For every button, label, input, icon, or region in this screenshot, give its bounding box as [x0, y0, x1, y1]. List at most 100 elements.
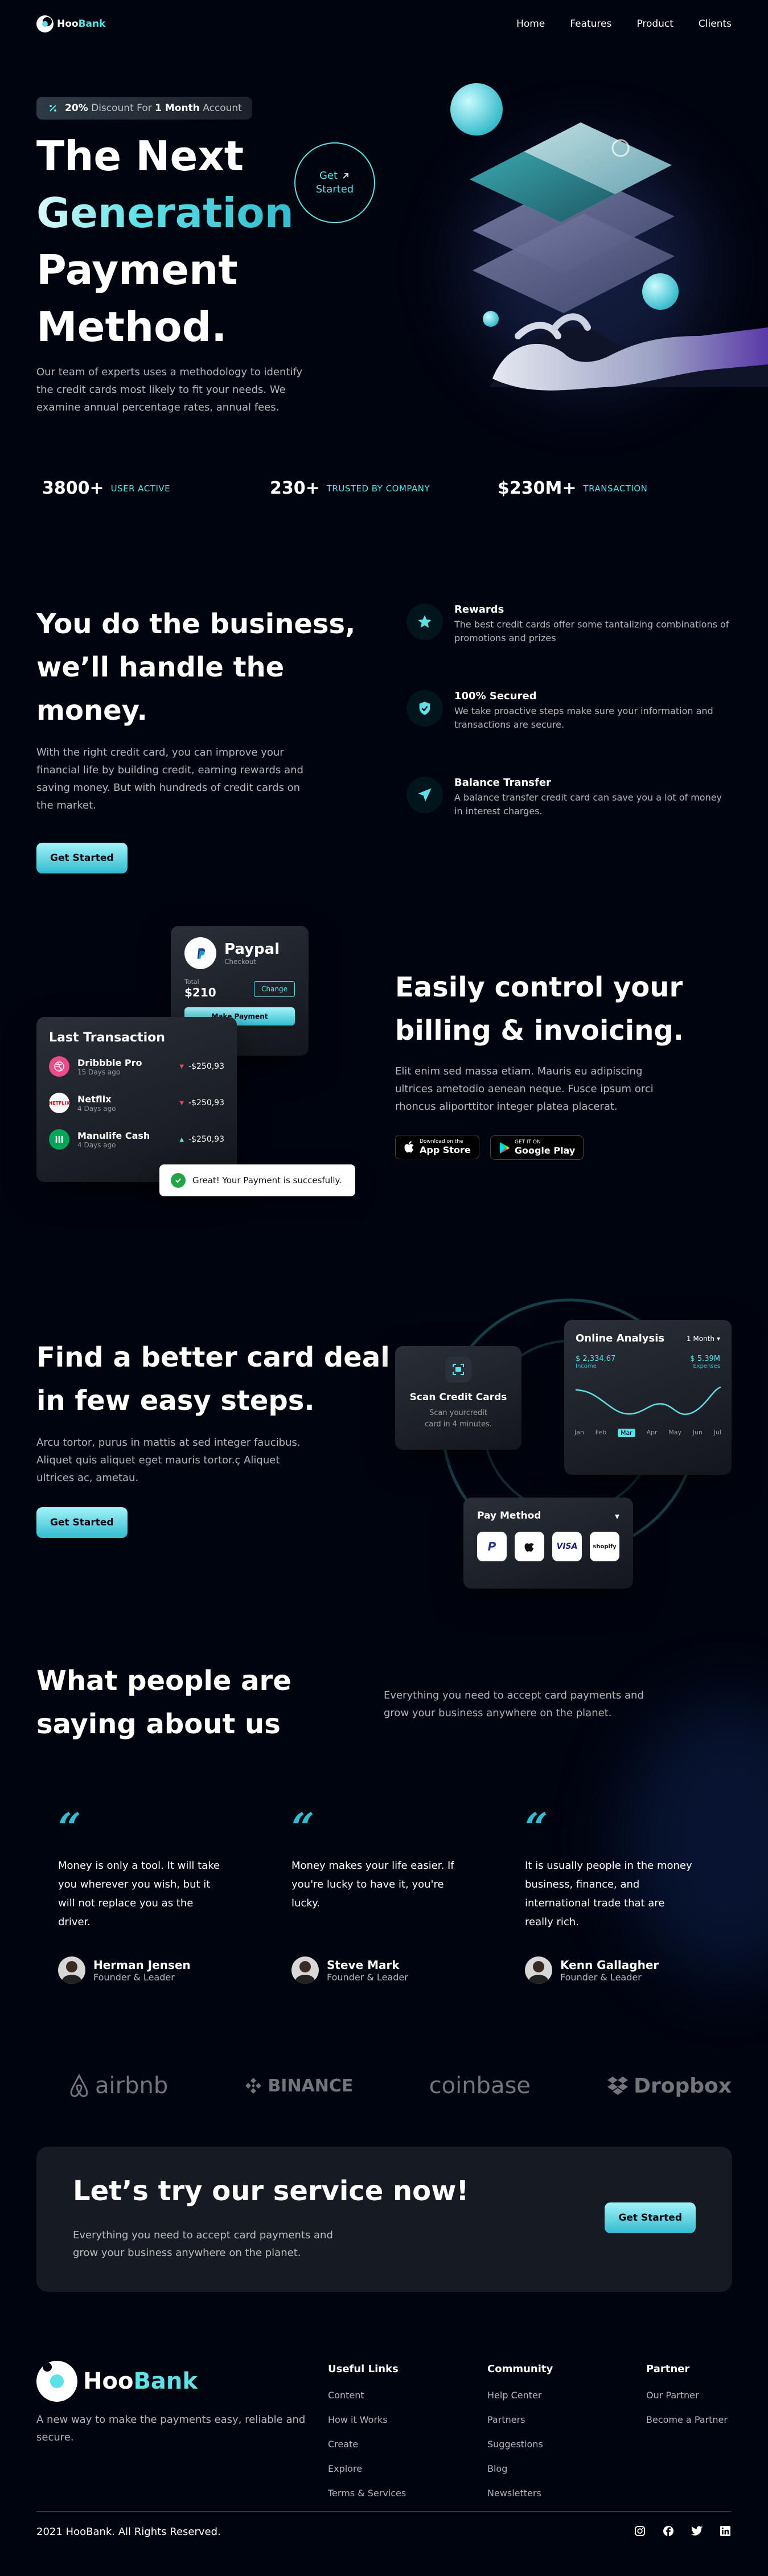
nav-item-product[interactable]: Product [636, 18, 673, 30]
linkedin-icon[interactable] [719, 2525, 732, 2537]
logo-icon [36, 2361, 77, 2402]
manulife-icon [49, 1129, 69, 1150]
expense-value: $ 5.39M [690, 1355, 720, 1363]
avatar [58, 1956, 85, 1984]
nav-item-home[interactable]: Home [516, 18, 545, 30]
chevron-down-icon[interactable]: ▾ [615, 1511, 619, 1521]
logo[interactable]: HooBank [36, 15, 105, 32]
footer-link[interactable]: Content [328, 2390, 406, 2401]
airbnb-logo: airbnb [68, 2073, 168, 2099]
google-small: GET IT ON [514, 1139, 541, 1145]
billing-section: Easily control your billing & invoicing.… [395, 966, 737, 1160]
month-label[interactable]: Apr [646, 1429, 657, 1437]
paypal-title: Paypal [224, 941, 280, 958]
transaction-amount: ▼ -$250,93 [179, 1098, 224, 1107]
footer-brand: HooBank A new way to make the payments e… [36, 2361, 310, 2446]
nav-item-clients[interactable]: Clients [699, 18, 732, 30]
feature-text: A balance transfer credit card can save … [454, 792, 722, 817]
google-big: Google Play [514, 1145, 576, 1156]
billing-title: Easily control your billing & invoicing. [395, 971, 684, 1047]
hero-title-line3: Payment [36, 246, 238, 294]
instagram-icon[interactable] [634, 2525, 646, 2537]
month-label[interactable]: Jan [574, 1429, 584, 1437]
footer-link[interactable]: Partners [487, 2414, 553, 2425]
avatar [525, 1956, 552, 1984]
footer-link[interactable]: Blog [487, 2463, 553, 2474]
month-label[interactable]: Feb [595, 1429, 606, 1437]
cta-line2: Started [315, 183, 354, 195]
month-label[interactable]: Jun [693, 1429, 703, 1437]
footer-copyright: 2021 HooBank. All Rights Reserved. [36, 2526, 221, 2538]
transaction-name: Netflix [77, 1093, 112, 1105]
visa-icon[interactable]: VISA [552, 1532, 582, 1561]
apple-icon [404, 1141, 414, 1152]
paypal-method-icon[interactable]: P [477, 1532, 507, 1561]
testimonial-text: Money is only a tool. It will take you w… [58, 1860, 220, 1928]
shopify-icon[interactable]: shopify [590, 1532, 619, 1561]
month-label[interactable]: Mar [617, 1429, 635, 1437]
footer-link[interactable]: How it Works [328, 2414, 406, 2425]
total-value: $210 [184, 986, 216, 999]
testimonial-name: Herman Jensen [93, 1958, 191, 1972]
footer-logo[interactable]: HooBank [36, 2361, 310, 2402]
transaction-row[interactable]: Dribbble Pro 15 Days ago ▼ -$250,93 [36, 1048, 237, 1085]
nav-item-features[interactable]: Features [570, 18, 611, 30]
payment-success-toast: Great! Your Payment is succesfully. [159, 1164, 355, 1196]
app-store-button[interactable]: Download on the App Store [395, 1135, 479, 1159]
billing-paragraph: Elit enim sed massa etiam. Mauris eu adi… [395, 1065, 654, 1113]
footer-logo-text: HooBank [83, 2368, 198, 2394]
business-get-started-button[interactable]: Get Started [36, 843, 128, 873]
cta-get-started-button[interactable]: Get Started [605, 2202, 696, 2233]
transaction-row[interactable]: NETFLIX Netflix 4 Days ago ▼ -$250,93 [36, 1085, 237, 1121]
footer-link[interactable]: Help Center [487, 2390, 553, 2401]
stat-label: TRANSACTION [583, 483, 648, 494]
cta-banner: Let’s try our service now! Everything yo… [36, 2147, 732, 2292]
stats-row: 3800+ USER ACTIVE 230+ TRUSTED BY COMPAN… [42, 478, 668, 498]
binance-logo: BINANCE [244, 2076, 353, 2096]
discount-badge: 20% Discount For 1 Month Account [36, 97, 252, 120]
month-axis: Jan Feb Mar Apr May Jun Jul [564, 1426, 732, 1437]
steps-title: Find a better card deal in few easy step… [36, 1342, 390, 1417]
footer-link[interactable]: Create [328, 2439, 406, 2450]
footer-link[interactable]: Newsletters [487, 2488, 553, 2499]
feature-rewards: Rewards The best credit cards offer some… [406, 604, 731, 645]
footer-link[interactable]: Suggestions [487, 2439, 553, 2450]
stat-label: TRUSTED BY COMPANY [326, 483, 430, 494]
nav-links: Home Features Product Clients [516, 18, 732, 30]
testimonial-role: Founder & Leader [327, 1971, 408, 1983]
last-transaction-title: Last Transaction [49, 1031, 165, 1045]
steps-get-started-button[interactable]: Get Started [36, 1507, 128, 1538]
twitter-icon[interactable] [691, 2525, 703, 2537]
footer-link[interactable]: Become a Partner [646, 2414, 728, 2425]
transaction-row[interactable]: Manulife Cash 4 Days ago ▲ -$250,93 [36, 1121, 237, 1158]
business-paragraph: With the right credit card, you can impr… [36, 746, 303, 811]
dribbble-icon [49, 1056, 69, 1077]
transaction-name: Dribbble Pro [77, 1057, 142, 1068]
google-play-button[interactable]: GET IT ON Google Play [490, 1135, 584, 1160]
period-select[interactable]: 1 Month ▾ [687, 1335, 720, 1343]
footer-link[interactable]: Explore [328, 2463, 406, 2474]
footer-link[interactable]: Our Partner [646, 2390, 728, 2401]
toast-text: Great! Your Payment is succesfully. [192, 1175, 342, 1186]
stat-companies: 230+ TRUSTED BY COMPANY [270, 478, 441, 498]
avatar [291, 1956, 319, 1984]
get-started-circle-button[interactable]: Get Started [294, 142, 375, 223]
netflix-icon: NETFLIX [48, 1093, 70, 1113]
hero-title: The Next Generation Payment Method. [36, 128, 294, 355]
stat-transactions: $230M+ TRANSACTION [498, 478, 668, 498]
page: HooBank Home Features Product Clients 20… [0, 0, 768, 2576]
month-label[interactable]: Jul [714, 1429, 721, 1437]
testimonial-text: It is usually people in the money busine… [525, 1860, 692, 1928]
star-icon [406, 604, 443, 640]
send-icon [406, 777, 443, 813]
facebook-icon[interactable] [662, 2525, 675, 2537]
testimonials-title: What people are saying about us [36, 1665, 291, 1740]
apple-pay-icon[interactable] [515, 1532, 544, 1561]
change-button[interactable]: Change [254, 981, 295, 997]
cta-line1: Get [319, 170, 338, 182]
month-label[interactable]: May [668, 1429, 681, 1437]
footer-link[interactable]: Terms & Services [328, 2488, 406, 2499]
arrow-down-icon: ▼ [179, 1063, 184, 1070]
scan-icon [445, 1356, 471, 1383]
scan-card: Scan Credit Cards Scan yourcredit card i… [395, 1346, 521, 1450]
